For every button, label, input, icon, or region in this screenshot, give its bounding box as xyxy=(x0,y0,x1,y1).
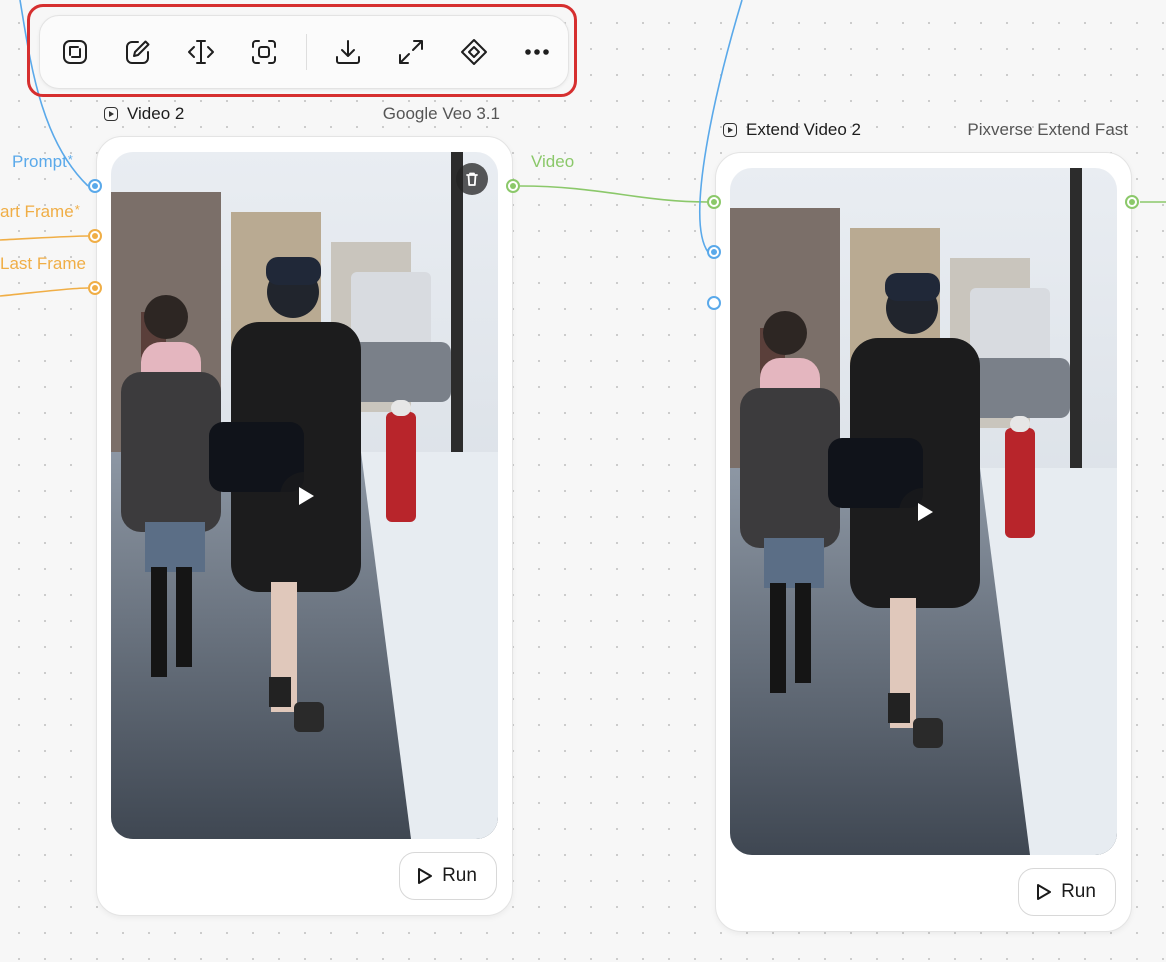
focus-icon xyxy=(252,40,277,64)
port-video-input[interactable] xyxy=(707,195,721,209)
port-last-frame-input[interactable] xyxy=(88,281,102,295)
play-button[interactable] xyxy=(899,488,947,536)
node-title-text: Extend Video 2 xyxy=(746,120,861,139)
edit-button[interactable] xyxy=(107,24,170,80)
edit-icon xyxy=(126,40,150,64)
node-title-extend-video-2: Extend Video 2 xyxy=(723,120,861,140)
crop-icon xyxy=(63,40,88,64)
download-button[interactable] xyxy=(316,24,379,80)
input-label-last-frame: Last Frame xyxy=(0,254,86,273)
expand-icon xyxy=(398,40,423,64)
port-prompt-input[interactable] xyxy=(88,179,102,193)
run-button[interactable]: Run xyxy=(399,852,497,900)
play-icon xyxy=(1037,884,1052,900)
run-button[interactable]: Run xyxy=(1018,868,1116,916)
trash-icon xyxy=(466,172,478,186)
play-icon xyxy=(418,868,433,884)
node-toolbar xyxy=(39,15,569,89)
more-button[interactable] xyxy=(505,24,568,80)
port-video-output[interactable] xyxy=(1125,195,1139,209)
expand-button[interactable] xyxy=(379,24,442,80)
input-label-start-frame: art Frame* xyxy=(0,202,80,221)
crop-button[interactable] xyxy=(44,24,107,80)
video-icon xyxy=(104,107,118,121)
play-button[interactable] xyxy=(280,472,328,520)
node-model-name: Google Veo 3.1 xyxy=(382,104,500,123)
port-optional-input[interactable] xyxy=(707,296,721,310)
port-video-output[interactable] xyxy=(506,179,520,193)
output-label-video: Video xyxy=(531,152,575,171)
focus-button[interactable] xyxy=(233,24,296,80)
download-icon xyxy=(335,40,360,64)
input-label-prompt: Prompt* xyxy=(12,152,73,171)
port-prompt-input[interactable] xyxy=(707,245,721,259)
node-model-name: Pixverse Extend Fast xyxy=(967,120,1128,139)
more-icon xyxy=(524,49,549,55)
run-label: Run xyxy=(1061,881,1096,902)
video-preview[interactable] xyxy=(730,168,1117,855)
node-card-extend-video-2[interactable]: Run xyxy=(715,152,1132,932)
diamond-icon xyxy=(460,39,487,65)
split-button[interactable] xyxy=(170,24,233,80)
video-preview[interactable] xyxy=(111,152,498,839)
node-title-text: Video 2 xyxy=(127,104,185,123)
split-icon xyxy=(188,40,215,64)
diamond-button[interactable] xyxy=(442,24,505,80)
video-icon xyxy=(723,123,737,137)
toolbar-divider xyxy=(305,34,307,70)
node-card-video-2[interactable]: Run xyxy=(96,136,513,916)
node-title-video-2: Video 2 xyxy=(104,104,184,124)
run-label: Run xyxy=(442,865,477,886)
port-start-frame-input[interactable] xyxy=(88,229,102,243)
delete-video-button[interactable] xyxy=(456,163,488,195)
